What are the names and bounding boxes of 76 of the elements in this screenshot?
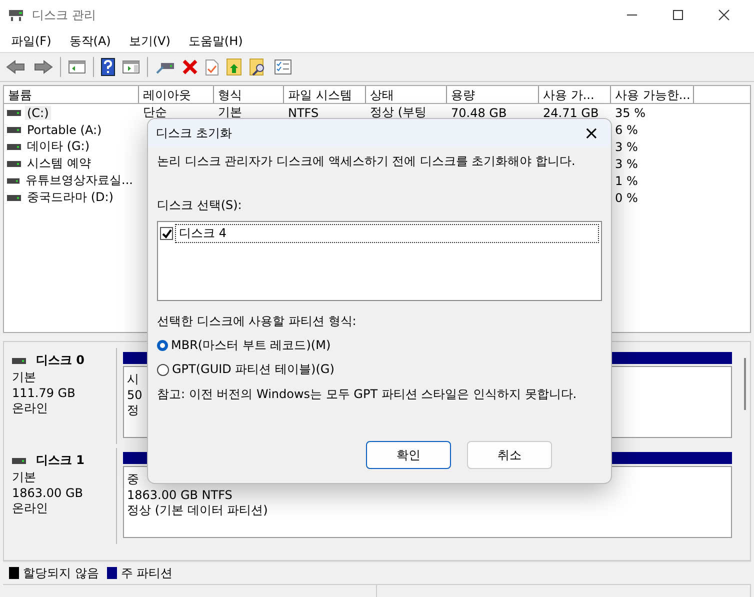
legend-label: 주 파티션 — [120, 564, 173, 582]
menu-item[interactable]: 파일(F) — [2, 32, 60, 50]
folder-up-icon[interactable] — [226, 58, 242, 76]
dialog-button[interactable]: 확인 — [366, 441, 451, 469]
disk-status: 온라인 — [12, 500, 49, 517]
folder-search-icon[interactable] — [249, 58, 267, 76]
note-text: 참고: 이전 버전의 Windows는 모두 GPT 파티션 스타일은 인식하지 못합니다. — [157, 386, 578, 403]
disk-status: 온라인 — [12, 400, 49, 417]
partition-text: 시 — [127, 371, 139, 388]
help-icon[interactable] — [101, 58, 115, 76]
disk-type: 기본 — [12, 369, 37, 386]
delete-icon[interactable] — [182, 59, 198, 75]
close-icon[interactable] — [718, 9, 730, 21]
action-pane-icon[interactable] — [122, 59, 140, 75]
scrollbar-thumb[interactable] — [744, 358, 746, 410]
checklist-icon[interactable] — [274, 59, 292, 75]
field-label: 디스크 선택(S): — [157, 197, 243, 214]
drive-icon — [7, 126, 21, 132]
disk-size: 111.79 GB — [12, 386, 76, 400]
disk-type: 기본 — [12, 469, 37, 486]
dialog-button[interactable]: 취소 — [467, 441, 552, 469]
radio-label[interactable]: MBR(마스터 부트 레코드)(M) — [171, 337, 331, 354]
disk-list[interactable]: 디스크 4 — [157, 221, 602, 301]
partition-text: 1863.00 GB NTFS — [127, 488, 232, 502]
table-cell-text: Portable (A:) — [26, 122, 103, 136]
partition-text: 50 — [127, 388, 142, 402]
partition-text: 정 — [127, 402, 139, 419]
checked-document-icon[interactable] — [205, 58, 219, 76]
table-cell: 단순 — [143, 105, 167, 119]
table-cell: 기본 — [218, 105, 242, 119]
table-cell: 35 % — [615, 106, 646, 120]
table-cell-text: 중국드라마 (D:) — [26, 189, 114, 206]
checkbox[interactable] — [160, 227, 173, 240]
disk-name: 디스크 0 — [36, 352, 85, 369]
disk-name: 디스크 1 — [36, 452, 85, 469]
radio-label[interactable]: GPT(GUID 파티션 테이블)(G) — [172, 361, 334, 378]
drive-icon — [7, 160, 21, 166]
menu-item[interactable]: 동작(A) — [60, 32, 120, 50]
dialog-message: 논리 디스크 관리자가 디스크에 액세스하기 전에 디스크를 초기화해야 합니다. — [157, 153, 576, 170]
maximize-icon[interactable] — [672, 9, 684, 21]
forward-arrow-icon[interactable] — [33, 59, 53, 75]
menu-item[interactable]: 보기(V) — [120, 32, 180, 50]
table-cell: NTFS — [288, 106, 319, 120]
table-cell: 3 % — [615, 140, 638, 154]
drive-icon — [7, 144, 21, 150]
legend-label: 할당되지 않음 — [23, 564, 99, 582]
drive-icon — [12, 358, 26, 364]
menu-item[interactable]: 도움말(H) — [179, 32, 252, 50]
partition-text: 정상 (기본 데이터 파티션) — [127, 502, 268, 519]
table-cell: 6 % — [615, 122, 638, 136]
list-item[interactable]: 디스크 4 — [175, 224, 599, 243]
radio-button[interactable] — [157, 340, 168, 351]
table-cell-text: 데이타 (G:) — [26, 138, 91, 155]
drive-icon — [12, 458, 26, 464]
table-cell: (C:) — [25, 106, 51, 120]
table-cell: 70.48 GB — [451, 106, 507, 120]
table-cell: 3 % — [615, 156, 638, 170]
partition-text: 중 — [127, 471, 139, 488]
drive-icon — [7, 178, 20, 184]
window-title: 디스크 관리 — [32, 6, 96, 24]
disk-management-icon — [8, 8, 24, 22]
drive-icon — [7, 194, 21, 200]
drive-icon — [7, 110, 21, 116]
table-cell-text: 시스템 예약 — [26, 155, 92, 172]
table-cell-text: 유튜브영상자료실... — [24, 172, 134, 189]
table-cell: 1 % — [615, 174, 638, 188]
console-tree-icon[interactable] — [68, 59, 86, 75]
table-cell: 정상 (부팅 — [370, 105, 426, 119]
dialog-title: 디스크 초기화 — [156, 124, 232, 142]
close-button[interactable]: × — [580, 122, 603, 144]
table-cell: 24.71 GB — [543, 106, 599, 120]
table-cell: 0 % — [615, 190, 638, 204]
back-arrow-icon[interactable] — [6, 59, 26, 75]
disk-size: 1863.00 GB — [12, 486, 84, 500]
radio-button[interactable] — [157, 364, 169, 376]
field-label: 선택한 디스크에 사용할 파티션 형식: — [157, 313, 358, 330]
